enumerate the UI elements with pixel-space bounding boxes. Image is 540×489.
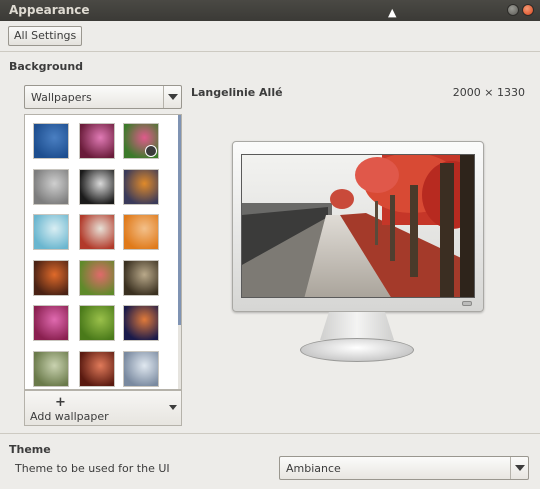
wallpaper-thumbnail[interactable] — [33, 123, 69, 159]
wallpaper-thumbnail[interactable] — [33, 169, 69, 205]
wallpaper-thumbnail[interactable] — [123, 123, 159, 159]
minimize-button[interactable] — [507, 4, 519, 16]
all-settings-label: All Settings — [14, 29, 77, 42]
wallpaper-name: Langelinie Allé — [191, 86, 283, 99]
wallpaper-thumbnail[interactable] — [33, 214, 69, 250]
wallpaper-thumbnail[interactable] — [123, 351, 159, 387]
wallpaper-thumbnail[interactable] — [123, 305, 159, 341]
monitor-preview — [232, 141, 484, 312]
wallpaper-thumbnail[interactable] — [123, 260, 159, 296]
wallpaper-thumbnail[interactable] — [33, 351, 69, 387]
wallpaper-preview — [241, 154, 475, 298]
chevron-down-icon — [515, 465, 525, 471]
wallpaper-preview-image — [242, 155, 474, 297]
chevron-down-icon[interactable] — [169, 405, 177, 410]
mouse-pointer-icon: ▲ — [388, 6, 397, 19]
wallpaper-source-value: Wallpapers — [31, 91, 92, 104]
wallpaper-thumbnail[interactable] — [79, 123, 115, 159]
monitor-neck — [320, 312, 394, 340]
appearance-window: Appearance ▲ All Settings Background Wal… — [0, 0, 540, 489]
wallpaper-thumbnail[interactable] — [79, 351, 115, 387]
theme-select[interactable]: Ambiance — [279, 456, 529, 480]
power-led-icon — [462, 301, 472, 306]
monitor-stand — [300, 338, 414, 362]
wallpaper-thumbnail[interactable] — [79, 169, 115, 205]
theme-label: Theme to be used for the UI — [15, 462, 170, 475]
add-wallpaper-label: Add wallpaper — [30, 410, 109, 423]
wallpaper-thumbnail[interactable] — [33, 305, 69, 341]
chevron-down-icon — [168, 94, 178, 100]
wallpaper-thumbnail[interactable] — [33, 260, 69, 296]
all-settings-button[interactable]: All Settings — [8, 26, 83, 46]
window-title: Appearance — [9, 3, 90, 17]
toolbar-divider — [0, 51, 540, 52]
dropdown-arrow-box — [163, 86, 181, 108]
wallpaper-gallery[interactable] — [24, 114, 182, 390]
dropdown-arrow-box — [510, 457, 528, 479]
wallpaper-thumbnail[interactable] — [79, 214, 115, 250]
wallpaper-thumbnail[interactable] — [79, 260, 115, 296]
gallery-scrollbar-thumb[interactable] — [178, 115, 181, 325]
wallpaper-thumbnail[interactable] — [123, 214, 159, 250]
add-wallpaper-button[interactable]: + Add wallpaper — [24, 390, 182, 426]
theme-divider — [0, 433, 540, 434]
gallery-scrollbar[interactable] — [178, 115, 181, 389]
wallpaper-source-select[interactable]: Wallpapers — [24, 85, 182, 109]
title-bar[interactable]: Appearance ▲ — [0, 0, 540, 21]
plus-icon: + — [55, 395, 66, 410]
wallpaper-thumbnail[interactable] — [79, 305, 115, 341]
theme-section-title: Theme — [9, 443, 51, 456]
theme-select-value: Ambiance — [286, 462, 341, 475]
wallpaper-dimensions: 2000 × 1330 — [452, 86, 525, 99]
background-section-title: Background — [9, 60, 84, 73]
clock-icon — [145, 145, 157, 157]
close-button[interactable] — [522, 4, 534, 16]
wallpaper-thumbnail[interactable] — [123, 169, 159, 205]
